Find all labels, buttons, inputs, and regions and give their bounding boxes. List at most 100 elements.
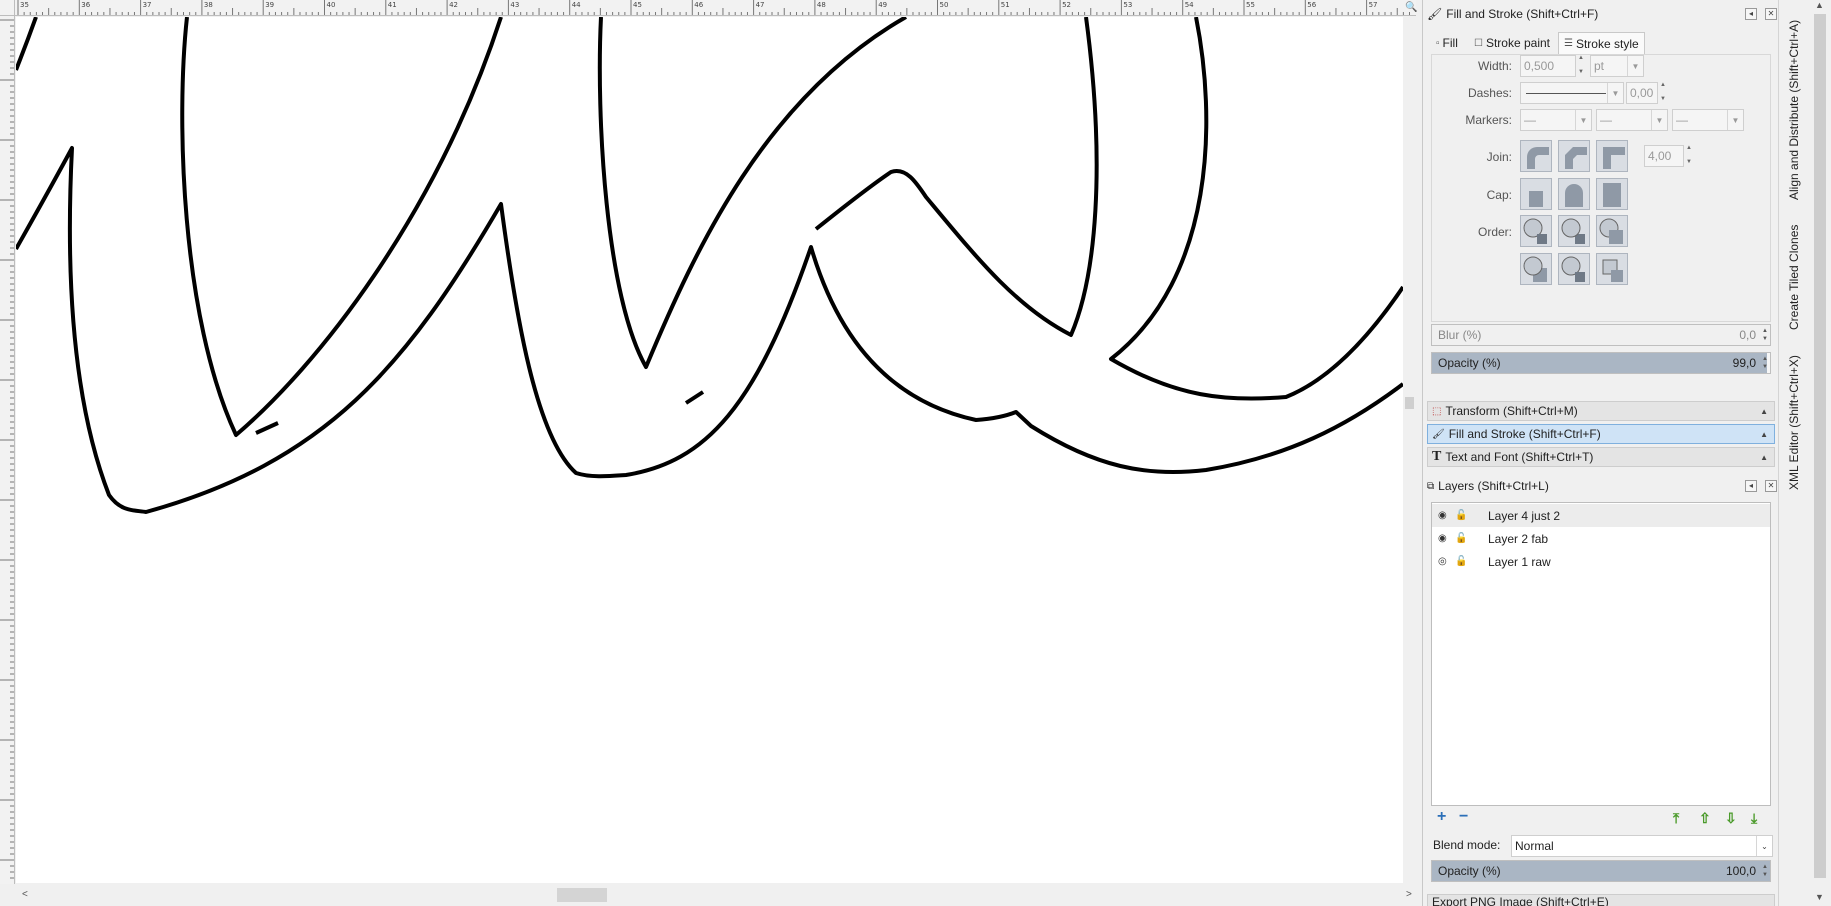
scroll-left-icon[interactable]: < <box>22 889 28 900</box>
miter-join-button[interactable] <box>1596 140 1628 172</box>
ruler-label: 44 <box>571 1 581 9</box>
miter-limit-spinner[interactable]: ▲ ▼ <box>1686 145 1694 165</box>
dash-offset-input[interactable]: 0,00 <box>1626 82 1658 104</box>
width-spinner[interactable]: ▲ ▼ <box>1578 55 1586 75</box>
transform-panel-header[interactable]: ⬚ Transform (Shift+Ctrl+M) ▲ <box>1427 401 1775 421</box>
export-panel-header[interactable]: Export PNG Image (Shift+Ctrl+E) <box>1427 894 1775 906</box>
scroll-up-icon[interactable]: ▲ <box>1815 0 1824 10</box>
dock-panel: 🖌 Fill and Stroke (Shift+Ctrl+F) ◂ ✕ ▫ F… <box>1422 0 1778 906</box>
ruler-label: 51 <box>1000 1 1010 9</box>
unlock-icon[interactable]: 🔓 <box>1455 556 1467 567</box>
top-ruler[interactable]: 35 36 37 38 39 40 41 42 43 44 45 46 47 48 49 50 51 52 53 54… <box>15 0 1416 16</box>
opacity-label: Opacity (%) <box>1438 356 1501 370</box>
scroll-down-icon[interactable]: ▼ <box>1815 892 1824 902</box>
layer-opacity-spinner[interactable]: ▲ ▼ <box>1762 863 1768 879</box>
order-markers-stroke-fill-button[interactable] <box>1596 253 1628 285</box>
round-cap-button[interactable] <box>1558 178 1590 210</box>
layers-close-icon[interactable]: ✕ <box>1765 480 1777 492</box>
width-unit-select[interactable]: pt ▼ <box>1590 55 1644 77</box>
order-icon-4 <box>1523 256 1547 282</box>
horizontal-scrollbar[interactable]: < > <box>16 884 1416 906</box>
order-stroke-markers-fill-button[interactable] <box>1558 253 1590 285</box>
eye-icon[interactable]: ◉ <box>1438 533 1447 544</box>
zoom-corner-icon[interactable]: 🔍 <box>1405 2 1417 13</box>
layer-row[interactable]: ◉ 🔓 Layer 2 fab <box>1432 527 1770 550</box>
start-marker-select[interactable]: — ▼ <box>1520 109 1592 131</box>
layer-name[interactable]: Layer 4 just 2 <box>1488 509 1560 523</box>
order-icon-6 <box>1602 259 1623 282</box>
layer-row[interactable]: ◎ 🔓 Layer 1 raw <box>1432 550 1770 573</box>
vertical-scroll-thumb[interactable] <box>1405 397 1414 409</box>
xml-editor-tab[interactable]: XML Editor (Shift+Ctrl+X) <box>1787 355 1801 490</box>
layers-list[interactable]: ◉ 🔓 Layer 4 just 2 ◉ 🔓 Layer 2 fab ◎ 🔓 L… <box>1431 502 1771 806</box>
square-cap-button[interactable] <box>1596 178 1628 210</box>
dash-line-preview <box>1526 92 1606 94</box>
align-distribute-tab[interactable]: Align and Distribute (Shift+Ctrl+A) <box>1787 20 1801 200</box>
text-font-panel-header[interactable]: T Text and Font (Shift+Ctrl+T) ▲ <box>1427 447 1775 467</box>
ruler-label: 39 <box>265 1 275 9</box>
end-marker-select[interactable]: — ▼ <box>1672 109 1744 131</box>
close-icon[interactable]: ✕ <box>1765 8 1777 20</box>
layer-opacity-slider[interactable]: Opacity (%) 100,0 ▲ ▼ <box>1431 860 1771 882</box>
order-fill-markers-stroke-button[interactable] <box>1596 215 1628 247</box>
blend-mode-select[interactable]: Normal ⌄ <box>1511 835 1773 857</box>
layer-row[interactable]: ◉ 🔓 Layer 4 just 2 <box>1432 504 1770 527</box>
collapse-triangle-icon: ▲ <box>1760 406 1768 416</box>
add-layer-icon[interactable]: + <box>1437 808 1446 826</box>
vertical-scrollbar[interactable] <box>1403 17 1416 883</box>
eye-icon[interactable]: ◉ <box>1438 510 1447 521</box>
tab-stroke-style[interactable]: ☰ Stroke style <box>1558 32 1645 54</box>
width-input[interactable]: 0,500 <box>1520 55 1576 77</box>
left-ruler[interactable] <box>0 16 15 884</box>
eye-closed-icon[interactable]: ◎ <box>1438 556 1447 567</box>
undock-icon[interactable]: ◂ <box>1745 8 1757 20</box>
order-fill-stroke-markers-button[interactable] <box>1520 215 1552 247</box>
outline-path-1 <box>16 17 38 71</box>
square-cap-icon <box>1603 183 1621 207</box>
round-join-button[interactable] <box>1520 140 1552 172</box>
unlock-icon[interactable]: 🔓 <box>1455 533 1467 544</box>
layer-name[interactable]: Layer 2 fab <box>1488 532 1548 546</box>
chevron-down-icon: ⌄ <box>1756 836 1772 856</box>
fill-stroke-panel-header[interactable]: 🖌 Fill and Stroke (Shift+Ctrl+F) ▲ <box>1427 424 1775 444</box>
miter-limit-value: 4,00 <box>1648 149 1672 163</box>
stroke-style-panel: Width: 0,500 ▲ ▼ pt ▼ Dashes: ▼ 0,00 ▲ ▼ Ma… <box>1431 54 1771 322</box>
remove-layer-icon[interactable]: − <box>1459 808 1468 826</box>
stroke-opacity-slider[interactable]: Opacity (%) 99,0 ▲ ▼ <box>1431 352 1771 374</box>
layer-down-icon[interactable]: ⇩ <box>1725 810 1737 827</box>
ruler-label: 43 <box>510 1 520 9</box>
tab-fill[interactable]: ▫ Fill <box>1431 32 1463 54</box>
unlock-icon[interactable]: 🔓 <box>1455 510 1467 521</box>
ruler-label: 45 <box>633 1 642 9</box>
dashes-select[interactable]: ▼ <box>1520 82 1624 104</box>
mid-marker-select[interactable]: — ▼ <box>1596 109 1668 131</box>
drawing-paths <box>16 17 1403 514</box>
ruler-label: 49 <box>878 1 888 9</box>
order-stroke-fill-markers-button[interactable] <box>1558 215 1590 247</box>
dock-scrollbar[interactable]: ▲ ▼ <box>1809 0 1831 906</box>
opacity-spinner[interactable]: ▲ ▼ <box>1762 355 1768 371</box>
dash-offset-spinner[interactable]: ▲ ▼ <box>1660 82 1668 102</box>
layer-to-bottom-icon[interactable]: ⤓ <box>1751 810 1757 827</box>
tiled-clones-tab[interactable]: Create Tiled Clones <box>1787 225 1801 330</box>
butt-cap-icon <box>1529 191 1543 207</box>
tab-stroke-paint[interactable]: ☐ Stroke paint <box>1469 32 1555 54</box>
dock-scroll-thumb[interactable] <box>1814 14 1826 878</box>
bevel-join-button[interactable] <box>1558 140 1590 172</box>
order-markers-fill-stroke-button[interactable] <box>1520 253 1552 285</box>
end-marker-value: — <box>1676 113 1688 127</box>
drawing-canvas[interactable] <box>16 17 1403 883</box>
layers-undock-icon[interactable]: ◂ <box>1745 480 1757 492</box>
miter-limit-input[interactable]: 4,00 <box>1644 145 1684 167</box>
outline-path-6 <box>1109 17 1403 401</box>
ruler-label: 53 <box>1123 1 1133 9</box>
layer-to-top-icon[interactable]: ⤒ <box>1673 810 1679 827</box>
scroll-right-icon[interactable]: > <box>1406 889 1412 900</box>
butt-cap-button[interactable] <box>1520 178 1552 210</box>
horizontal-scroll-thumb[interactable] <box>557 888 607 902</box>
blur-slider[interactable]: Blur (%) 0,0 ▲ ▼ <box>1431 324 1771 346</box>
blur-spinner[interactable]: ▲ ▼ <box>1762 327 1768 343</box>
layer-name[interactable]: Layer 1 raw <box>1488 555 1551 569</box>
layer-up-icon[interactable]: ⇧ <box>1699 810 1711 827</box>
mid-marker-value: — <box>1600 113 1612 127</box>
